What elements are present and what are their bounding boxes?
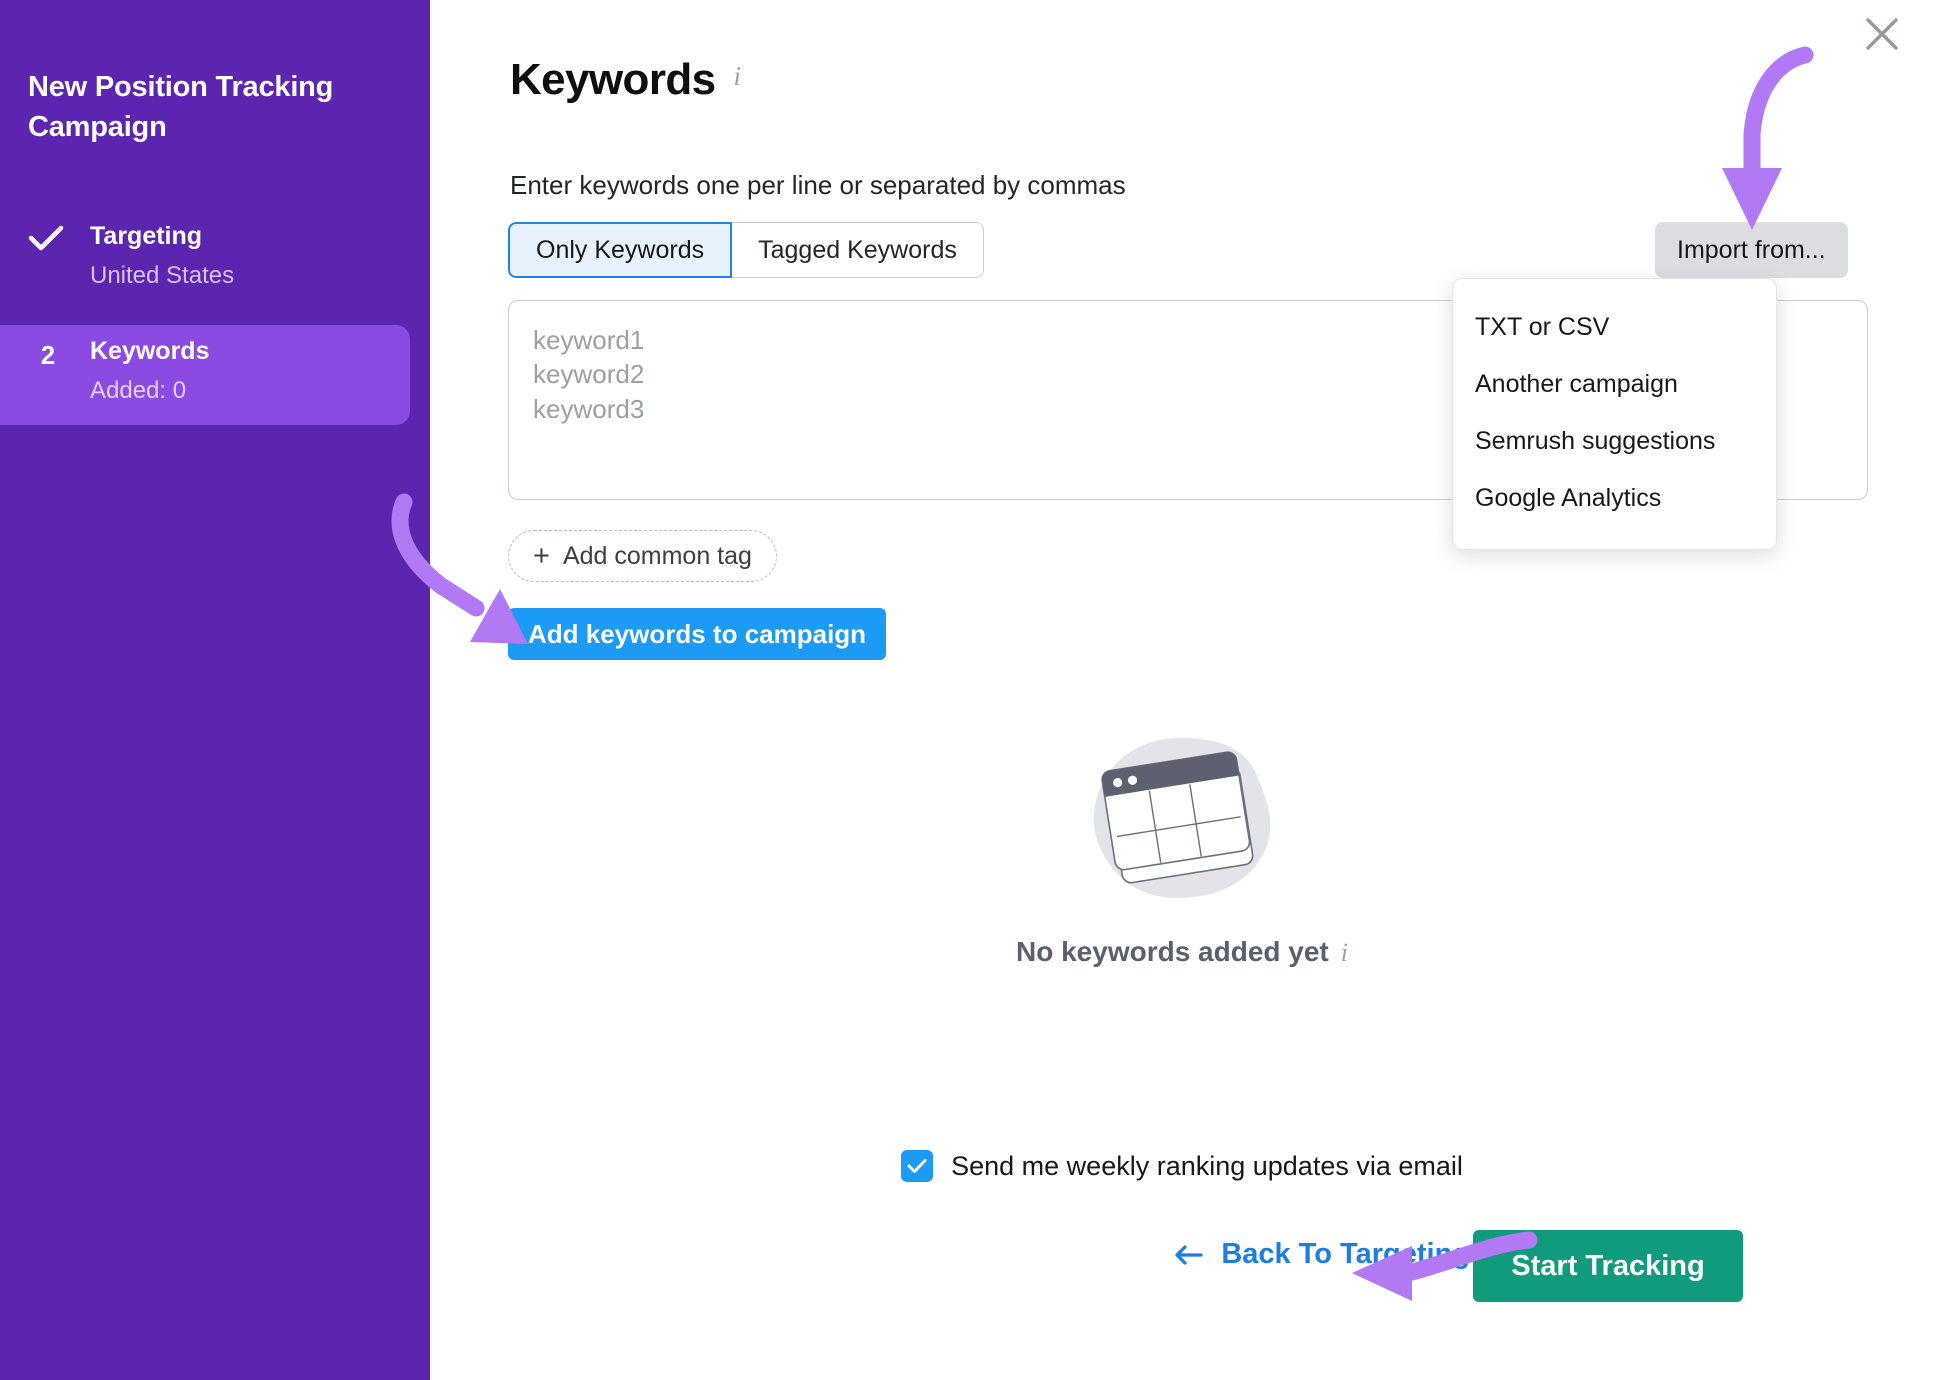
- weekly-updates-label: Send me weekly ranking updates via email: [951, 1151, 1463, 1182]
- weekly-updates-row: Send me weekly ranking updates via email: [430, 1150, 1934, 1182]
- sidebar-step-targeting-label: Targeting: [90, 222, 202, 251]
- close-icon[interactable]: [1858, 10, 1906, 58]
- sidebar-step-keywords-label: Keywords: [90, 337, 209, 366]
- add-keywords-button[interactable]: Add keywords to campaign: [508, 608, 886, 660]
- import-from-label: Import from...: [1677, 236, 1826, 265]
- dropdown-item-semrush-suggestions[interactable]: Semrush suggestions: [1453, 413, 1776, 470]
- start-tracking-label: Start Tracking: [1511, 1250, 1704, 1282]
- empty-state: No keywords added yet i: [430, 728, 1934, 968]
- keywords-instructions: Enter keywords one per line or separated…: [510, 170, 1126, 201]
- import-from-button[interactable]: Import from...: [1655, 222, 1848, 278]
- add-common-tag-button[interactable]: + Add common tag: [508, 530, 777, 582]
- sidebar-step-targeting-sub: United States: [90, 262, 234, 290]
- tab-tagged-keywords[interactable]: Tagged Keywords: [732, 222, 984, 278]
- sidebar-step-keywords-number: 2: [30, 342, 66, 368]
- weekly-updates-checkbox[interactable]: [901, 1150, 933, 1182]
- start-tracking-button[interactable]: Start Tracking: [1473, 1230, 1743, 1302]
- tab-only-keywords[interactable]: Only Keywords: [508, 222, 732, 278]
- page-title-text: Keywords: [510, 55, 716, 104]
- sidebar-step-keywords-sub: Added: 0: [90, 377, 186, 405]
- add-common-tag-label: Add common tag: [563, 542, 752, 571]
- campaign-title: New Position Tracking Campaign: [28, 68, 388, 147]
- info-icon[interactable]: i: [1341, 938, 1348, 967]
- add-keywords-label: Add keywords to campaign: [528, 619, 866, 650]
- arrow-left-icon: [1173, 1243, 1203, 1267]
- dropdown-item-another-campaign[interactable]: Another campaign: [1453, 356, 1776, 413]
- dropdown-item-google-analytics[interactable]: Google Analytics: [1453, 470, 1776, 527]
- back-to-targeting-label: Back To Targeting: [1221, 1238, 1470, 1271]
- browser-grid-illustration: [1082, 728, 1282, 908]
- sidebar-step-keywords[interactable]: 2 Keywords Added: 0: [0, 325, 410, 425]
- info-icon[interactable]: i: [734, 61, 741, 92]
- import-from-dropdown: TXT or CSV Another campaign Semrush sugg…: [1452, 278, 1777, 550]
- position-tracking-campaign-modal: New Position Tracking Campaign Targeting…: [0, 0, 1934, 1380]
- empty-state-text: No keywords added yet i: [430, 936, 1934, 968]
- keyword-mode-tabs: Only Keywords Tagged Keywords: [508, 222, 984, 278]
- empty-state-label: No keywords added yet: [1016, 936, 1329, 967]
- dropdown-item-txt-or-csv[interactable]: TXT or CSV: [1453, 299, 1776, 356]
- main-panel: Keywords i Enter keywords one per line or…: [430, 0, 1934, 1380]
- campaign-wizard-sidebar: New Position Tracking Campaign Targeting…: [0, 0, 430, 1380]
- back-to-targeting-link[interactable]: Back To Targeting: [430, 1238, 1470, 1271]
- sidebar-step-targeting[interactable]: Targeting United States: [0, 210, 410, 246]
- plus-icon: +: [533, 542, 550, 571]
- page-title: Keywords i: [510, 55, 740, 105]
- check-icon: [28, 224, 64, 252]
